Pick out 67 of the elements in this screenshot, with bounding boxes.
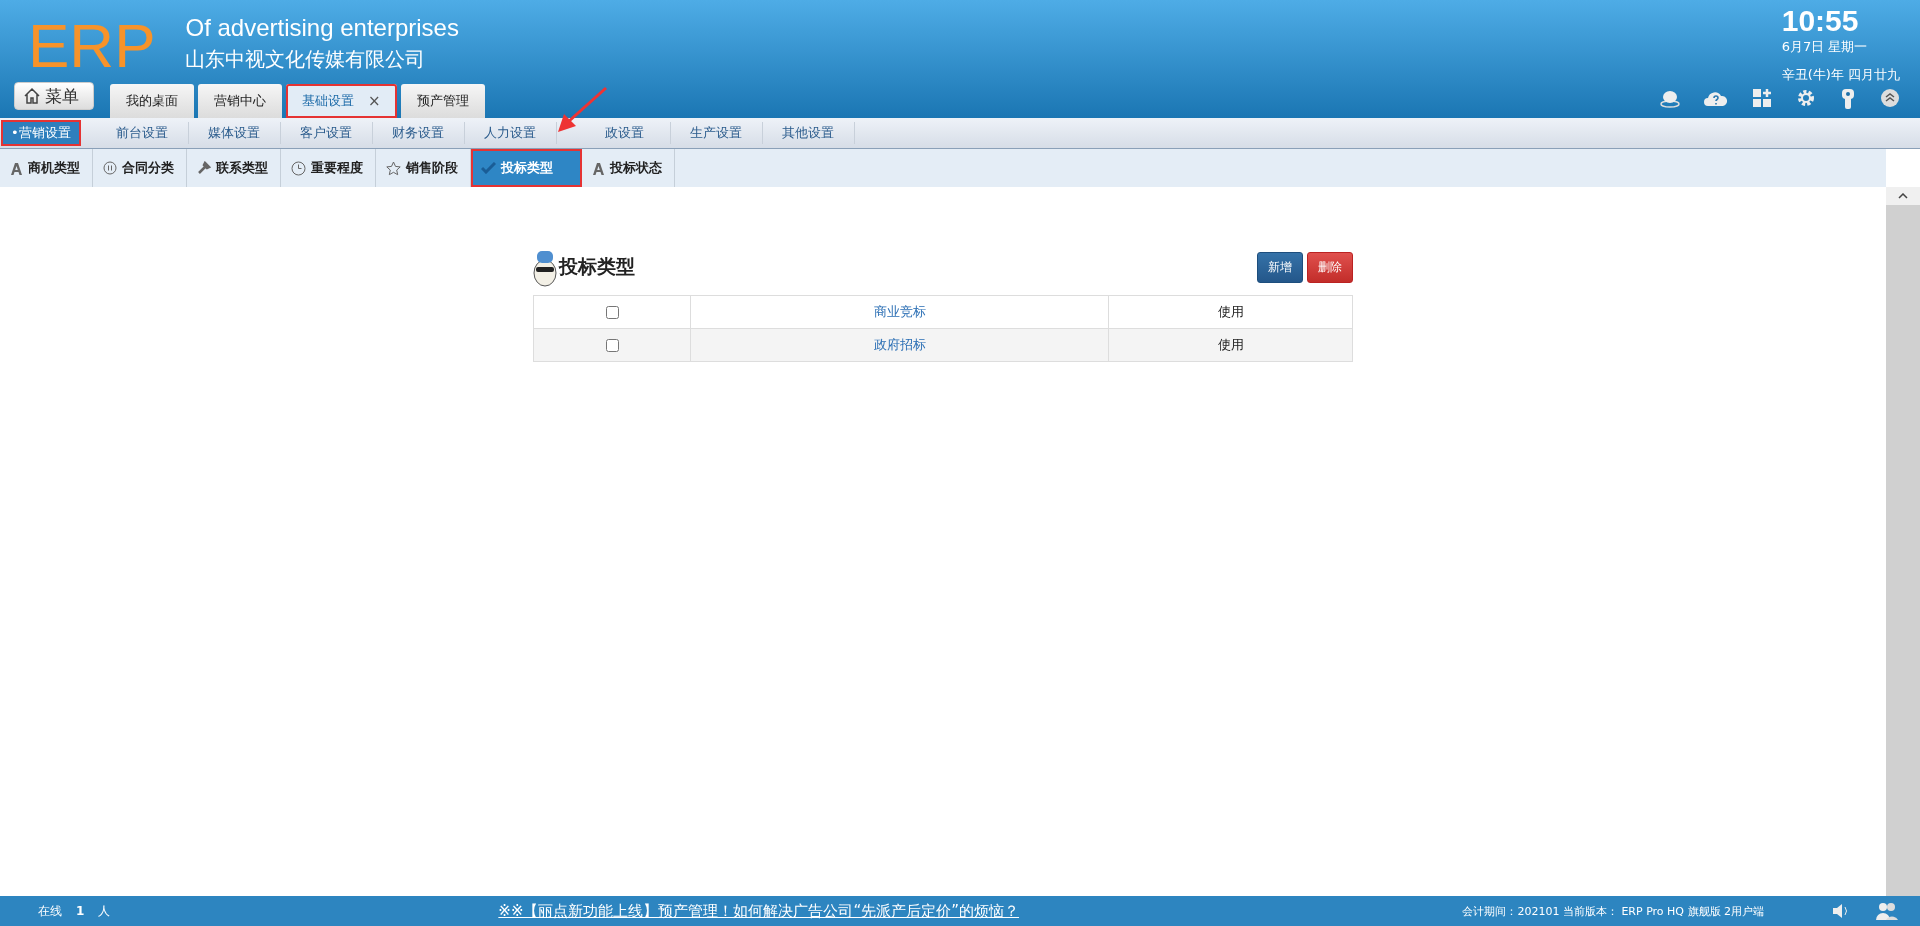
app-subtitle: Of advertising enterprises xyxy=(185,14,459,42)
letter-a-icon xyxy=(10,161,23,175)
clock-time: 10:55 xyxy=(1781,4,1860,38)
online-label: 在线 xyxy=(38,902,62,920)
row-checkbox[interactable] xyxy=(605,305,619,319)
speaker-icon[interactable] xyxy=(1832,903,1850,919)
key-icon[interactable] xyxy=(1840,88,1856,110)
nav-item[interactable]: •营销设置 xyxy=(3,122,79,144)
star-icon xyxy=(386,160,401,176)
tab-label: 我的桌面 xyxy=(126,92,178,110)
menu-button[interactable]: 菜单 xyxy=(14,82,94,110)
tab[interactable]: 预产管理 xyxy=(400,84,485,118)
table-cell: 使用 xyxy=(1108,329,1352,361)
nav-item[interactable]: 前台设置 xyxy=(96,122,189,144)
letter-a-icon xyxy=(592,161,605,175)
panel-title: 投标类型 xyxy=(559,254,635,279)
online-unit: 人 xyxy=(98,902,111,920)
sub-tab[interactable]: 重要程度 xyxy=(281,149,376,187)
users-icon[interactable] xyxy=(1876,902,1898,920)
check-icon xyxy=(481,162,496,174)
online-count: 1 xyxy=(76,904,85,918)
date: 6月7日 星期一 xyxy=(1781,38,1869,56)
scrollbar[interactable] xyxy=(1886,187,1920,896)
tab-label: 营销中心 xyxy=(214,92,266,110)
tab[interactable]: 我的桌面 xyxy=(110,84,194,118)
nav-item[interactable]: 生产设置 xyxy=(670,122,763,144)
sub-tab[interactable]: 投标类型 xyxy=(471,149,582,187)
chat-bubble-icon[interactable] xyxy=(1660,88,1680,108)
nav-item[interactable]: 人力设置 xyxy=(464,122,557,144)
wrench-icon xyxy=(197,161,211,175)
tab-label: 基础设置 xyxy=(302,92,354,110)
sub-tab-label: 销售阶段 xyxy=(406,159,458,177)
sub-tab[interactable]: 合同分类 xyxy=(93,149,187,187)
collapse-icon[interactable] xyxy=(1880,88,1900,108)
clock-icon xyxy=(291,160,306,176)
add-widget-icon[interactable] xyxy=(1752,88,1772,108)
sub-tab[interactable]: 商机类型 xyxy=(0,149,93,187)
tab[interactable]: 营销中心 xyxy=(198,84,282,118)
close-button[interactable]: × xyxy=(368,92,381,110)
sub-tab[interactable]: 投标状态 xyxy=(582,149,675,187)
tab[interactable]: 基础设置 × xyxy=(286,84,397,118)
nav-item[interactable]: 媒体设置 xyxy=(188,122,281,144)
add-button[interactable]: 新增 xyxy=(1257,251,1303,283)
chevron-up-icon xyxy=(1898,193,1908,199)
nav-item[interactable]: 其他设置 xyxy=(762,122,855,144)
home-icon xyxy=(23,87,41,105)
row-checkbox[interactable] xyxy=(605,338,619,352)
news-link[interactable]: ※※【丽点新功能上线】预产管理！如何解决广告公司“先派产后定价”的烦恼？ xyxy=(498,901,1020,921)
nav-item[interactable]: 财务设置 xyxy=(372,122,465,144)
pause-icon xyxy=(103,161,117,175)
logo: ERP xyxy=(28,14,156,78)
delete-button[interactable]: 删除 xyxy=(1307,251,1353,283)
nav-item[interactable]: 政设置 xyxy=(578,122,671,144)
sub-tab[interactable]: 联系类型 xyxy=(187,149,281,187)
sub-tab-label: 重要程度 xyxy=(311,159,363,177)
version-info: 会计期间：202101 当前版本： ERP Pro HQ 旗舰版 2用户端 xyxy=(1462,903,1764,919)
sub-tab-label: 联系类型 xyxy=(216,159,268,177)
sub-tab-label: 合同分类 xyxy=(122,159,174,177)
table-cell[interactable]: 政府招标 xyxy=(690,329,1108,361)
lunar-date: 辛丑(牛)年 四月廿九 xyxy=(1781,66,1900,84)
company-name: 山东中视文化传媒有限公司 xyxy=(185,46,427,73)
sub-tab-label: 商机类型 xyxy=(28,159,80,177)
settings-icon[interactable] xyxy=(1796,88,1816,108)
sub-tab-label: 投标状态 xyxy=(610,159,662,177)
nav-item[interactable]: 客户设置 xyxy=(280,122,373,144)
sub-tab-label: 投标类型 xyxy=(501,159,553,177)
tab-label: 预产管理 xyxy=(416,92,469,110)
